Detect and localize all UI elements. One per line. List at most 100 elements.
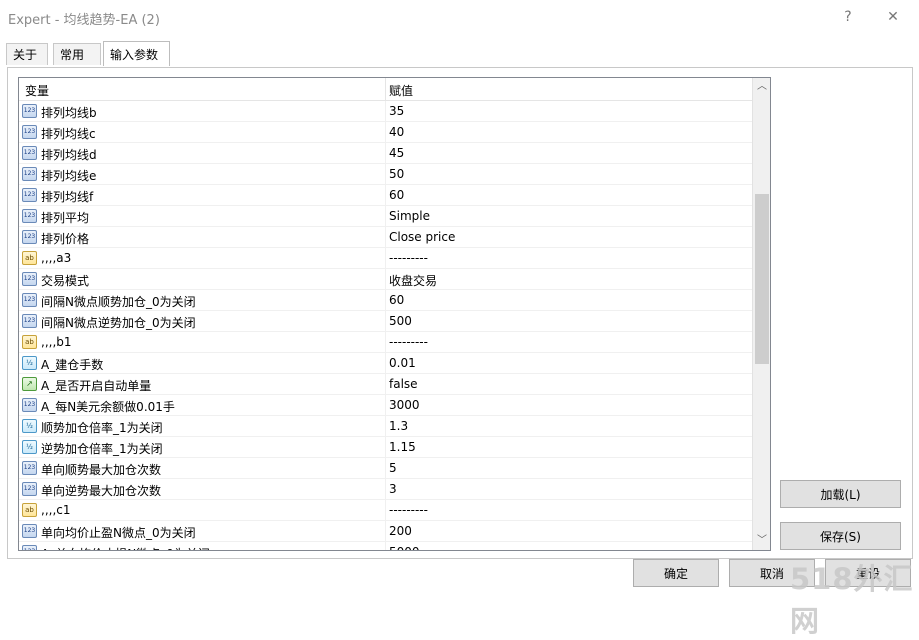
integer-type-icon: 123 [22,104,37,118]
scroll-down-icon[interactable]: ﹀ [753,532,770,550]
integer-type-icon: 123 [22,272,37,286]
param-name: 排列价格 [41,232,90,246]
param-value[interactable]: 35 [389,104,404,118]
integer-type-icon: 123 [22,146,37,160]
string-type-icon: ab [22,335,37,349]
param-name: ,,,,c1 [41,503,71,517]
param-name: A_是否开启自动单量 [41,379,152,393]
param-value[interactable]: 收盘交易 [389,272,437,289]
column-header-value[interactable]: 赋值 [389,82,413,99]
string-type-icon: ab [22,503,37,517]
param-value[interactable]: Close price [389,230,455,244]
param-row[interactable]: 123 排列均线b 35 [19,101,752,122]
param-row[interactable]: 123 A_每N美元余额做0.01手 3000 [19,395,752,416]
param-row[interactable]: ↗ A_是否开启自动单量 false [19,374,752,395]
integer-type-icon: 123 [22,125,37,139]
param-name: 间隔N微点顺势加仓_0为关闭 [41,295,196,309]
param-value[interactable]: Simple [389,209,430,223]
help-button[interactable]: ? [831,6,865,28]
param-value[interactable]: 60 [389,188,404,202]
param-row[interactable]: 123 排列均线d 45 [19,143,752,164]
param-value[interactable]: 3 [389,482,397,496]
param-row[interactable]: ½ 顺势加仓倍率_1为关闭 1.3 [19,416,752,437]
param-value[interactable]: --------- [389,251,428,265]
integer-type-icon: 123 [22,230,37,244]
param-row[interactable]: 123 排列价格 Close price [19,227,752,248]
param-name: 排列均线d [41,148,97,162]
param-value[interactable]: 3000 [389,398,420,412]
load-button[interactable]: 加载(L) [780,480,901,508]
integer-type-icon: 123 [22,209,37,223]
param-value[interactable]: 60 [389,293,404,307]
param-value[interactable]: --------- [389,335,428,349]
param-name: 排列均线e [41,169,97,183]
scroll-up-icon[interactable]: ︿ [753,78,770,96]
param-name: 排列均线b [41,106,97,120]
param-row[interactable]: 123 排列均线c 40 [19,122,752,143]
param-row[interactable]: 123 排列均线f 60 [19,185,752,206]
double-type-icon: ½ [22,419,37,433]
string-type-icon: ab [22,251,37,265]
column-header-variable[interactable]: 变量 [25,82,49,99]
tab-common[interactable]: 常用 [53,43,101,65]
param-name: 单向均价止盈N微点_0为关闭 [41,526,196,540]
param-name: 间隔N微点逆势加仓_0为关闭 [41,316,196,330]
integer-type-icon: 123 [22,545,37,550]
window-title: Expert - 均线趋势-EA (2) [8,13,160,28]
param-name: A_每N美元余额做0.01手 [41,400,175,414]
param-row[interactable]: ab ,,,,a3 --------- [19,248,752,269]
param-row[interactable]: ½ 逆势加仓倍率_1为关闭 1.15 [19,437,752,458]
tab-inputs[interactable]: 输入参数 [103,41,170,66]
bool-type-icon: ↗ [22,377,37,391]
integer-type-icon: 123 [22,188,37,202]
param-value[interactable]: false [389,377,418,391]
param-name: ,,,,b1 [41,335,72,349]
integer-type-icon: 123 [22,167,37,181]
grid-header: 变量 赋值 [19,78,752,101]
scroll-thumb[interactable] [755,194,769,364]
param-row[interactable]: 123 单向顺势最大加仓次数 5 [19,458,752,479]
close-button[interactable]: ✕ [876,6,910,28]
param-value[interactable]: 40 [389,125,404,139]
param-name: 排列平均 [41,211,90,225]
param-value[interactable]: 1.15 [389,440,416,454]
param-row[interactable]: ab ,,,,b1 --------- [19,332,752,353]
vertical-scrollbar[interactable]: ︿ ﹀ [752,78,770,550]
param-row[interactable]: ½ A_建仓手数 0.01 [19,353,752,374]
integer-type-icon: 123 [22,398,37,412]
param-row[interactable]: 123 排列平均 Simple [19,206,752,227]
param-value[interactable]: 500 [389,314,412,328]
double-type-icon: ½ [22,356,37,370]
integer-type-icon: 123 [22,314,37,328]
param-name: 排列均线c [41,127,96,141]
param-name: 排列均线f [41,190,94,204]
param-value[interactable]: --------- [389,503,428,517]
param-row[interactable]: 123 排列均线e 50 [19,164,752,185]
param-name: 单向逆势最大加仓次数 [41,484,162,498]
integer-type-icon: 123 [22,461,37,475]
save-button[interactable]: 保存(S) [780,522,901,550]
ok-button[interactable]: 确定 [633,559,719,587]
param-value[interactable]: 5 [389,461,397,475]
param-row[interactable]: 123 单向逆势最大加仓次数 3 [19,479,752,500]
param-value[interactable]: 50 [389,167,404,181]
param-value[interactable]: 5000 [389,545,420,550]
param-name: A_单向均价止损N微点_0为关闭 [41,545,210,550]
param-row[interactable]: 123 单向均价止盈N微点_0为关闭 200 [19,521,752,542]
param-row[interactable]: 123 交易模式 收盘交易 [19,269,752,290]
param-value[interactable]: 1.3 [389,419,408,433]
param-row[interactable]: 123 间隔N微点逆势加仓_0为关闭 500 [19,311,752,332]
param-value[interactable]: 0.01 [389,356,416,370]
double-type-icon: ½ [22,440,37,454]
param-value[interactable]: 45 [389,146,404,160]
param-row[interactable]: 123 间隔N微点顺势加仓_0为关闭 60 [19,290,752,311]
param-name: 单向顺势最大加仓次数 [41,463,162,477]
param-row[interactable]: ab ,,,,c1 --------- [19,500,752,521]
tab-about[interactable]: 关于 [6,43,48,65]
integer-type-icon: 123 [22,482,37,496]
param-row[interactable]: 123 A_单向均价止损N微点_0为关闭 5000 [19,542,752,550]
integer-type-icon: 123 [22,293,37,307]
param-value[interactable]: 200 [389,524,412,538]
title-bar: Expert - 均线趋势-EA (2) ? ✕ [0,0,919,34]
integer-type-icon: 123 [22,524,37,538]
